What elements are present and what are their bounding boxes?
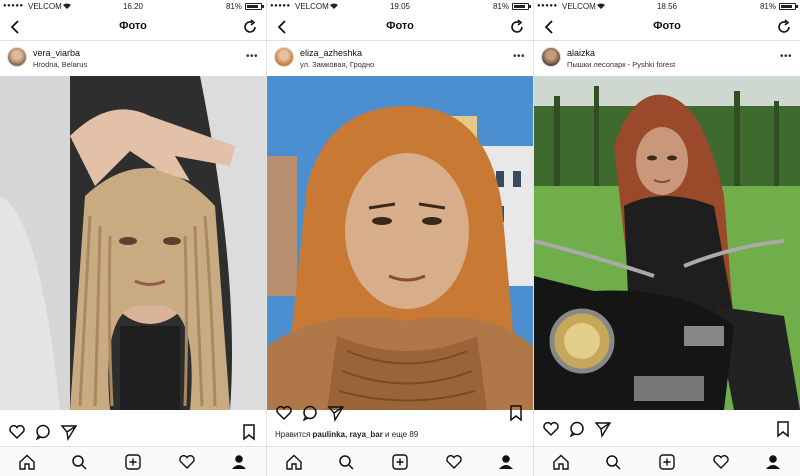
- likes-line[interactable]: Нравится paulinka, raya_bar и еще 89: [275, 430, 418, 439]
- likes-suffix: и еще 89: [385, 430, 419, 439]
- nav-bar: Фото: [0, 13, 266, 41]
- post-actions: [267, 404, 533, 428]
- tab-bar: [0, 446, 266, 476]
- phone-screen-2: ●●●●● VELCOM 19.05 81% Фото eliza_azhesh…: [267, 0, 533, 476]
- phone-screen-1: ●●●●● VELCOM 16.20 81% Фото vera_viarba …: [0, 0, 266, 476]
- heart-icon[interactable]: [178, 453, 196, 471]
- phone-screen-3: ●●●●● VELCOM 18.56 81% Фото alaizka Пышк…: [534, 0, 800, 476]
- heart-icon[interactable]: [8, 423, 26, 441]
- home-icon[interactable]: [18, 453, 36, 471]
- post-photo[interactable]: [267, 76, 533, 410]
- likes-prefix: Нравится: [275, 430, 311, 439]
- battery-percent: 81%: [225, 2, 242, 11]
- status-bar: ●●●●● VELCOM 19.05 81%: [267, 0, 533, 13]
- photo-braids: [0, 76, 266, 410]
- post-location[interactable]: Пышки лесопарк - Pyshki forest: [567, 60, 675, 69]
- page-title: Фото: [653, 20, 681, 32]
- post-location[interactable]: ул. Замковая, Гродно: [300, 60, 374, 69]
- battery-icon: [245, 3, 264, 10]
- home-icon[interactable]: [552, 453, 570, 471]
- comment-icon[interactable]: [34, 423, 52, 441]
- post-username[interactable]: alaizka: [567, 48, 595, 58]
- bookmark-icon[interactable]: [774, 420, 792, 438]
- post-header: vera_viarba Hrodna, Belarus •••: [0, 42, 266, 76]
- home-icon[interactable]: [285, 453, 303, 471]
- add-icon[interactable]: [658, 453, 676, 471]
- post-photo[interactable]: [534, 76, 800, 410]
- page-title: Фото: [119, 20, 147, 32]
- post-username[interactable]: eliza_azheshka: [300, 48, 362, 58]
- comment-icon[interactable]: [568, 420, 586, 438]
- battery-percent: 81%: [492, 2, 509, 11]
- page-title: Фото: [386, 20, 414, 32]
- post-username[interactable]: vera_viarba: [33, 48, 80, 58]
- bookmark-icon[interactable]: [507, 404, 525, 422]
- post-photo[interactable]: [0, 76, 266, 410]
- more-icon[interactable]: •••: [513, 51, 525, 62]
- battery-percent: 81%: [759, 2, 776, 11]
- status-bar: ●●●●● VELCOM 18.56 81%: [534, 0, 800, 13]
- profile-icon[interactable]: [764, 453, 782, 471]
- add-icon[interactable]: [124, 453, 142, 471]
- send-icon[interactable]: [327, 404, 345, 423]
- search-icon[interactable]: [337, 453, 355, 471]
- more-icon[interactable]: •••: [780, 51, 792, 62]
- tab-bar: [534, 446, 800, 476]
- avatar[interactable]: [7, 47, 27, 67]
- refresh-icon[interactable]: [242, 19, 258, 35]
- avatar[interactable]: [541, 47, 561, 67]
- profile-icon[interactable]: [230, 453, 248, 471]
- photo-motorcycle: [534, 76, 800, 410]
- comment-icon[interactable]: [301, 404, 319, 422]
- post-actions: [0, 423, 266, 447]
- heart-icon[interactable]: [712, 453, 730, 471]
- battery-icon: [512, 3, 531, 10]
- send-icon[interactable]: [594, 420, 612, 439]
- search-icon[interactable]: [604, 453, 622, 471]
- avatar[interactable]: [274, 47, 294, 67]
- photo-fur-coat: [267, 76, 533, 410]
- refresh-icon[interactable]: [776, 19, 792, 35]
- nav-bar: Фото: [534, 13, 800, 41]
- profile-icon[interactable]: [497, 453, 515, 471]
- status-bar: ●●●●● VELCOM 16.20 81%: [0, 0, 266, 13]
- more-icon[interactable]: •••: [246, 51, 258, 62]
- search-icon[interactable]: [70, 453, 88, 471]
- post-actions: [534, 420, 800, 444]
- bookmark-icon[interactable]: [240, 423, 258, 441]
- refresh-icon[interactable]: [509, 19, 525, 35]
- tab-bar: [267, 446, 533, 476]
- post-header: eliza_azheshka ул. Замковая, Гродно •••: [267, 42, 533, 76]
- battery-icon: [779, 3, 798, 10]
- post-header: alaizka Пышки лесопарк - Pyshki forest •…: [534, 42, 800, 76]
- send-icon[interactable]: [60, 423, 78, 442]
- heart-icon[interactable]: [275, 404, 293, 422]
- post-location[interactable]: Hrodna, Belarus: [33, 60, 87, 69]
- screenshot-collage: ●●●●● VELCOM 16.20 81% Фото vera_viarba …: [0, 0, 800, 476]
- nav-bar: Фото: [267, 13, 533, 41]
- heart-icon[interactable]: [542, 420, 560, 438]
- likes-users[interactable]: paulinka, raya_bar: [313, 430, 383, 439]
- heart-icon[interactable]: [445, 453, 463, 471]
- add-icon[interactable]: [391, 453, 409, 471]
